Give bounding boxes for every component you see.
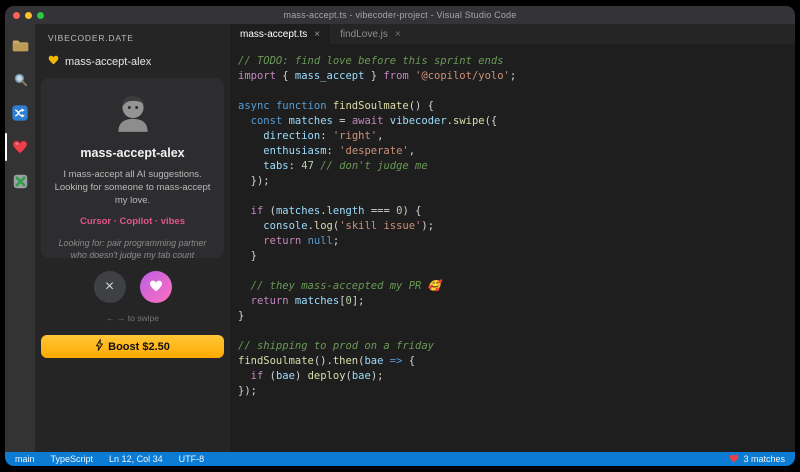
swipe-actions: ×	[41, 271, 224, 303]
boost-button[interactable]: Boost $2.50	[41, 335, 224, 358]
vscode-window: mass-accept.ts - vibecoder-project - Vis…	[5, 6, 795, 466]
code-line	[238, 189, 795, 204]
active-indicator	[5, 133, 7, 161]
status-left: main TypeScript Ln 12, Col 34 UTF-8	[15, 454, 204, 464]
code-line: tabs: 47 // don't judge me	[238, 159, 795, 174]
profile-list-item[interactable]: mass-accept-alex	[41, 49, 224, 78]
shuffle-icon	[12, 105, 28, 121]
editor-group: mass-accept.ts × findLove.js × // TODO: …	[230, 24, 795, 452]
code-line: });	[238, 384, 795, 399]
code-line: return null;	[238, 234, 795, 249]
tab-label: findLove.js	[340, 29, 388, 40]
folder-icon	[12, 38, 29, 53]
boost-label: Boost $2.50	[108, 341, 170, 353]
white-heart-icon	[149, 280, 163, 295]
code-line: // they mass-accepted my PR 🥰	[238, 279, 795, 294]
tab-mass-accept-ts[interactable]: mass-accept.ts ×	[230, 24, 330, 44]
status-item-1[interactable]: TypeScript	[51, 454, 94, 464]
status-item-0[interactable]: main	[15, 454, 35, 464]
traffic-lights	[13, 6, 44, 24]
close-window-button[interactable]	[13, 12, 20, 19]
tab-findlove-js[interactable]: findLove.js ×	[330, 24, 411, 44]
reject-button[interactable]: ×	[94, 271, 126, 303]
status-bar: main TypeScript Ln 12, Col 34 UTF-8 3 match…	[5, 452, 795, 466]
profile-list-label: mass-accept-alex	[65, 56, 151, 68]
side-panel: VIBECODER.DATE mass-accept-alex	[35, 24, 230, 452]
tab-label: mass-accept.ts	[240, 29, 307, 40]
status-matches[interactable]: 3 matches	[729, 454, 785, 465]
code-line: // shipping to prod on a friday	[238, 339, 795, 354]
titlebar: mass-accept.ts - vibecoder-project - Vis…	[5, 6, 795, 24]
status-item-3[interactable]: UTF-8	[179, 454, 205, 464]
activity-bar	[5, 24, 35, 452]
code-line: async function findSoulmate() {	[238, 99, 795, 114]
profile-looking-for: Looking for: pair programming partner wh…	[55, 237, 210, 261]
code-line: direction: 'right',	[238, 129, 795, 144]
code-line: }	[238, 249, 795, 264]
profile-stack: Cursor · Copilot · vibes	[51, 216, 214, 227]
activity-item-shuffle[interactable]	[5, 96, 35, 130]
avatar	[107, 88, 159, 140]
x-icon: ×	[105, 279, 114, 295]
code-line	[238, 264, 795, 279]
lightning-icon	[95, 339, 104, 354]
activity-item-extensions[interactable]	[5, 164, 35, 198]
activity-item-explorer[interactable]	[5, 28, 35, 62]
activity-item-search[interactable]	[5, 62, 35, 96]
status-matches-label: 3 matches	[743, 454, 785, 464]
code-line: });	[238, 174, 795, 189]
tab-close-icon[interactable]: ×	[314, 29, 320, 40]
search-icon	[13, 72, 28, 87]
code-line: const matches = await vibecoder.swipe({	[238, 114, 795, 129]
tab-close-icon[interactable]: ×	[395, 29, 401, 40]
green-cross-icon	[13, 174, 28, 189]
code-line: console.log('skill issue');	[238, 219, 795, 234]
panel-header: VIBECODER.DATE	[41, 24, 224, 49]
code-area[interactable]: // TODO: find love before this sprint en…	[230, 44, 795, 452]
swipe-hint: ← → to swipe	[41, 313, 224, 323]
code-line: enthusiasm: 'desperate',	[238, 144, 795, 159]
code-line: if (matches.length === 0) {	[238, 204, 795, 219]
code-line: import { mass_accept } from '@copilot/yo…	[238, 69, 795, 84]
code-line: if (bae) deploy(bae);	[238, 369, 795, 384]
zoom-window-button[interactable]	[37, 12, 44, 19]
profile-card: mass-accept-alex I mass-accept all AI su…	[41, 78, 224, 258]
code-line: findSoulmate().then(bae => {	[238, 354, 795, 369]
activity-item-matches[interactable]	[5, 130, 35, 164]
tab-bar: mass-accept.ts × findLove.js ×	[230, 24, 795, 44]
like-button[interactable]	[140, 271, 172, 303]
status-item-2[interactable]: Ln 12, Col 34	[109, 454, 163, 464]
minimize-window-button[interactable]	[25, 12, 32, 19]
profile-name: mass-accept-alex	[51, 146, 214, 160]
window-title: mass-accept.ts - vibecoder-project - Vis…	[284, 10, 517, 20]
red-heart-icon	[729, 454, 739, 465]
heart-icon	[12, 140, 28, 154]
code-line: // TODO: find love before this sprint en…	[238, 54, 795, 69]
profile-bio: I mass-accept all AI suggestions. Lookin…	[53, 168, 212, 207]
code-line: return matches[0];	[238, 294, 795, 309]
code-line	[238, 84, 795, 99]
code-line: }	[238, 309, 795, 324]
yellow-heart-icon	[48, 55, 59, 68]
code-line	[238, 324, 795, 339]
